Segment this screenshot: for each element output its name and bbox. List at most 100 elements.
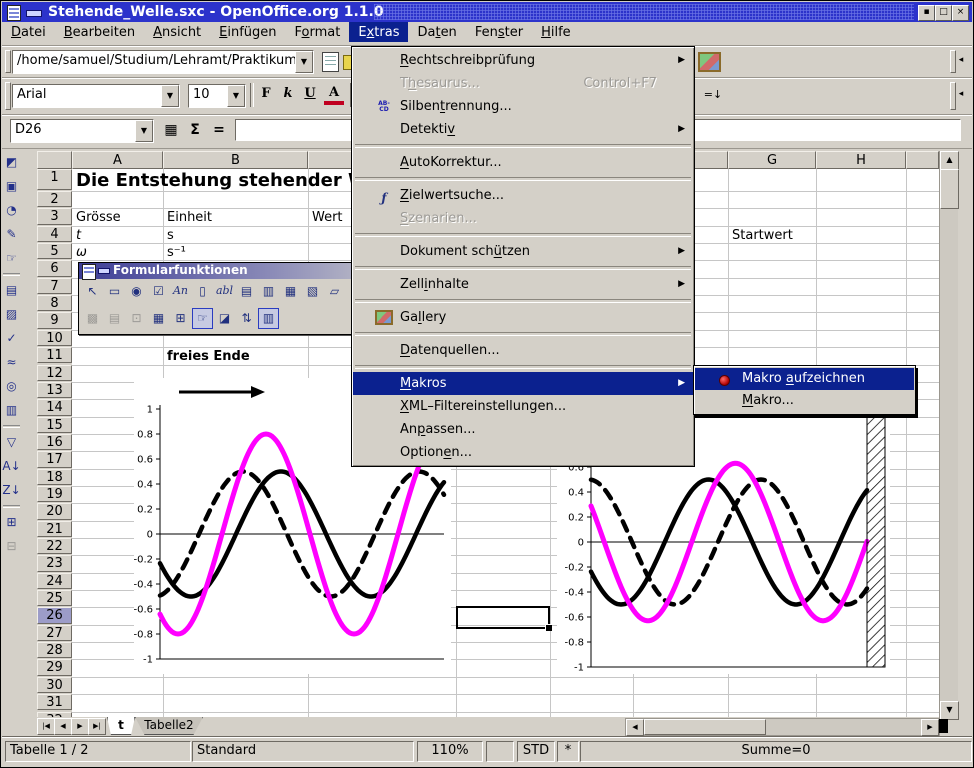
row-header-11[interactable]: 11 [37, 347, 72, 363]
menubar-item-hilfe[interactable]: Hilfe [532, 22, 580, 42]
insert-chart-icon[interactable]: ◔ [2, 200, 21, 221]
cell-A1[interactable]: Die Entstehung stehender W [76, 170, 368, 191]
url-combobox[interactable]: /home/samuel/Studium/Lehramt/Praktikum ▼ [12, 50, 314, 74]
row-header-23[interactable]: 23 [37, 555, 72, 571]
gallery-toolbar-icon[interactable] [698, 52, 721, 72]
auto-spellcheck-icon[interactable]: ≈ [2, 352, 21, 373]
row-header-14[interactable]: 14 [37, 399, 72, 415]
cell-B11[interactable]: freies Ende [167, 349, 250, 364]
chevron-down-icon[interactable]: ▼ [135, 120, 153, 142]
menubar-item-fenster[interactable]: Fenster [466, 22, 532, 42]
row-header-19[interactable]: 19 [37, 486, 72, 502]
menubar-item-einfügen[interactable]: Einfügen [210, 22, 285, 42]
cell-B3[interactable]: Einheit [167, 210, 212, 225]
autofill-handle[interactable] [545, 624, 552, 631]
row-header-17[interactable]: 17 [37, 451, 72, 467]
row-header-16[interactable]: 16 [37, 434, 72, 450]
row-header-6[interactable]: 6 [37, 260, 72, 276]
toolbar-drag-handle[interactable] [5, 50, 11, 73]
checkbox-icon[interactable]: ☑ [148, 281, 169, 302]
toolbar-drag-handle[interactable] [5, 82, 11, 110]
sort-descending-icon[interactable]: Z↓ [2, 480, 21, 501]
menu-item-zielwertsuche-[interactable]: Zielwertsuche...ƒ [353, 184, 693, 207]
row-header-15[interactable]: 15 [37, 417, 72, 433]
scroll-up-icon[interactable]: ▲ [940, 151, 959, 170]
textbox-icon[interactable]: abl [214, 281, 235, 302]
menu-item-makro-aufzeichnen[interactable]: Makro aufzeichnen [695, 368, 914, 390]
menu-item-makros[interactable]: Makros▶ [353, 372, 693, 395]
font-size-combobox[interactable]: 10 ▼ [188, 84, 246, 108]
row-header-27[interactable]: 27 [37, 625, 72, 641]
form-functions-icon[interactable]: ☞ [2, 248, 21, 269]
menu-item-datenquellen-[interactable]: Datenquellen... [353, 339, 693, 362]
column-header-partial[interactable] [906, 151, 939, 169]
italic-button[interactable]: k [278, 83, 298, 105]
datasources-icon[interactable]: ▥ [2, 400, 21, 421]
bold-button[interactable]: F [256, 83, 276, 105]
draw-functions-icon[interactable]: ✎ [2, 224, 21, 245]
vertical-scrollbar[interactable]: ▲ ▼ [939, 151, 958, 719]
status-page-style[interactable]: Standard [192, 741, 414, 762]
floating-toolbar-titlebar[interactable]: Formularfunktionen [79, 263, 357, 279]
underline-button[interactable]: U [300, 83, 320, 105]
row-header-4[interactable]: 4 [37, 226, 72, 242]
next-sheet-icon[interactable]: ▶ [71, 718, 89, 735]
formula-icon[interactable]: = [208, 118, 230, 142]
row-header-21[interactable]: 21 [37, 521, 72, 537]
row-header-7[interactable]: 7 [37, 278, 72, 294]
more-controls-icon[interactable]: ⊞ [170, 308, 191, 329]
menu-item-optionen-[interactable]: Optionen... [353, 441, 693, 464]
menu-item-xml-filtereinstellungen-[interactable]: XML–Filtereinstellungen... [353, 395, 693, 418]
form-navigator-icon[interactable]: ▥ [258, 308, 279, 329]
menubar-item-bearbeiten[interactable]: Bearbeiten [55, 22, 144, 42]
design-mode-icon[interactable]: ☞ [192, 308, 213, 329]
sum-icon[interactable]: Σ [184, 118, 206, 142]
cell-A5[interactable]: ω [76, 245, 87, 260]
group-icon[interactable]: ⊞ [2, 512, 21, 533]
menu-item-zellinhalte[interactable]: Zellinhalte▶ [353, 273, 693, 296]
table-control-icon[interactable]: ▦ [148, 308, 169, 329]
status-sum[interactable]: Summe=0 [580, 741, 972, 762]
cell-A4[interactable]: t [76, 228, 81, 243]
menu-item-gallery[interactable]: Gallery [353, 306, 693, 329]
row-header-22[interactable]: 22 [37, 538, 72, 554]
groupbox-icon[interactable]: ▯ [192, 281, 213, 302]
toolbar-collapse-icon[interactable]: ◂ [950, 48, 972, 72]
menubar-item-ansicht[interactable]: Ansicht [144, 22, 210, 42]
title-bar[interactable]: Stehende_Welle.sxc - OpenOffice.org 1.1.… [2, 2, 972, 22]
row-header-9[interactable]: 9 [37, 312, 72, 328]
radiobutton-icon[interactable]: ◉ [126, 281, 147, 302]
pushbutton-icon[interactable]: ▭ [104, 281, 125, 302]
scroll-down-icon[interactable]: ▼ [940, 701, 959, 720]
maximize-button[interactable]: □ [935, 5, 952, 21]
menu-item-makro-[interactable]: Makro... [695, 390, 914, 412]
cell-C3[interactable]: Wert [312, 210, 343, 225]
vertical-scroll-thumb[interactable] [940, 169, 959, 209]
row-header-3[interactable]: 3 [37, 208, 72, 224]
combobox-icon[interactable]: ▥ [258, 281, 279, 302]
toolbar-collapse-icon[interactable]: ◂ [950, 82, 972, 106]
row-header-26[interactable]: 26 [37, 607, 72, 623]
menu-item-rechtschreibpr-fung[interactable]: Rechtschreibprüfung▶ [353, 49, 693, 72]
status-insert-mode[interactable] [486, 741, 514, 762]
row-header-30[interactable]: 30 [37, 677, 72, 693]
menu-item-silbentrennung-[interactable]: Silbentrennung...AB- CD [353, 95, 693, 118]
menubar-item-daten[interactable]: Daten [408, 22, 465, 42]
column-header-B[interactable]: B [163, 151, 308, 169]
image-button-icon[interactable]: ▦ [280, 281, 301, 302]
function-autopilot-icon[interactable]: ▦ [160, 118, 182, 142]
align-bottom-icon[interactable]: =↓ [702, 83, 724, 107]
form-functions-floating-toolbar[interactable]: Formularfunktionen ↖▭◉☑An▯abl▤▥▦▧▱ ▩▤⊡▦⊞… [78, 262, 358, 335]
sheet-tab-active[interactable]: t [107, 717, 135, 735]
prev-sheet-icon[interactable]: ◀ [54, 718, 72, 735]
listbox-icon[interactable]: ▤ [236, 281, 257, 302]
row-header-13[interactable]: 13 [37, 382, 72, 398]
autofilter-icon[interactable]: ▽ [2, 432, 21, 453]
window-icon[interactable] [7, 5, 21, 21]
row-header-18[interactable]: 18 [37, 469, 72, 485]
image-control-icon[interactable]: ▧ [302, 281, 323, 302]
font-color-button[interactable]: A [324, 85, 344, 105]
scroll-left-icon[interactable]: ◀ [626, 719, 644, 736]
menubar-item-format[interactable]: Format [286, 22, 350, 42]
menu-item-detektiv[interactable]: Detektiv▶ [353, 118, 693, 141]
